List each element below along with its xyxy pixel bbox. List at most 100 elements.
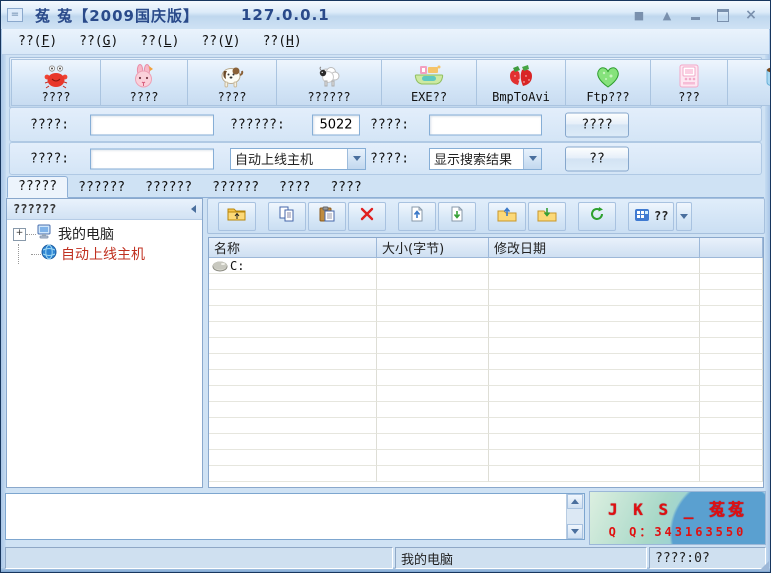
tree-connector: [26, 234, 36, 235]
copy-icon: [278, 206, 296, 226]
table-row: [209, 322, 763, 338]
connection-settings-row: ????: ??????: ????: ????: [9, 107, 762, 142]
minimize-button[interactable]: [686, 7, 704, 23]
menu-key: L: [164, 34, 172, 49]
cup-icon: [762, 63, 771, 90]
menu-item-l[interactable]: ??(L): [140, 34, 179, 49]
crab-icon: [43, 63, 69, 90]
table-row: [209, 434, 763, 450]
menu-item-file[interactable]: ??(F): [18, 34, 57, 49]
toolbar-button-7[interactable]: Ftp???: [565, 59, 651, 106]
globe-icon: [41, 244, 57, 264]
strawberry-icon: [507, 63, 535, 90]
host-mode-combobox[interactable]: 自动上线主机: [230, 148, 366, 170]
menu-label: ??(: [79, 34, 102, 49]
chevron-down-icon: [353, 156, 361, 161]
menu-item-view[interactable]: ??(V): [201, 34, 240, 49]
column-header-size[interactable]: 大小(字节): [377, 238, 489, 258]
folder-download-button[interactable]: [528, 202, 566, 231]
chevron-down-icon: [571, 529, 579, 534]
toolbar-button-4[interactable]: ??????: [276, 59, 382, 106]
bunny-icon: [131, 63, 157, 90]
status-panel-1: [5, 547, 393, 569]
tree-connector: [31, 254, 41, 255]
toolbar-button-2[interactable]: ????: [100, 59, 188, 106]
main-toolbar: ???? ???? ???? ?????? EXE??: [9, 57, 762, 108]
window-title: 菟 菟【2009国庆版】: [35, 5, 199, 26]
window-controls: ■ ▲ ×: [630, 7, 760, 23]
tab-2[interactable]: ??????: [68, 178, 135, 198]
folder-upload-icon: [497, 206, 517, 226]
combobox-dropdown-button[interactable]: [347, 149, 365, 169]
menu-item-g[interactable]: ??(G): [79, 34, 118, 49]
paste-icon: [318, 206, 336, 226]
menu-label: ??(: [263, 34, 286, 49]
tab-1[interactable]: ?????: [7, 176, 68, 198]
toolbar-button-5[interactable]: EXE??: [381, 59, 477, 106]
file-download-button[interactable]: [438, 202, 476, 231]
refresh-button[interactable]: [578, 202, 616, 231]
folder-upload-button[interactable]: [488, 202, 526, 231]
delete-button[interactable]: [348, 202, 386, 231]
table-row-c-drive[interactable]: C:: [209, 258, 763, 274]
param-input[interactable]: [429, 114, 542, 135]
toolbar-button-3[interactable]: ????: [187, 59, 277, 106]
collapse-panel-icon[interactable]: [191, 205, 196, 213]
scroll-up-button[interactable]: [567, 494, 583, 509]
port-label: ??????:: [230, 117, 285, 132]
resize-grip[interactable]: [759, 561, 769, 571]
system-menu-icon[interactable]: =: [7, 8, 23, 22]
views-dropdown-button[interactable]: [676, 202, 692, 231]
toolbar-button-1[interactable]: ????: [11, 59, 101, 106]
param-label: ????:: [370, 117, 409, 132]
toolbar-button-8[interactable]: ???: [650, 59, 728, 106]
table-row: [209, 354, 763, 370]
expand-icon[interactable]: +: [13, 228, 26, 241]
toolbar-button-label: ???: [678, 90, 700, 104]
file-name: C:: [230, 259, 244, 273]
toolbar-button-label: Ftp???: [586, 90, 629, 104]
toolbar-button-9[interactable]: ??: [727, 59, 771, 106]
menu-label: ): [172, 34, 180, 49]
search-button[interactable]: ??: [565, 146, 629, 171]
menu-label: ): [233, 34, 241, 49]
bathtub-icon: [414, 63, 444, 90]
table-row: [209, 274, 763, 290]
maximize-button[interactable]: [714, 7, 732, 23]
result-mode-combobox[interactable]: 显示搜索结果: [429, 148, 542, 170]
tab-4[interactable]: ??????: [202, 178, 269, 198]
port-input[interactable]: [312, 114, 360, 135]
menu-item-help[interactable]: ??(H): [263, 34, 302, 49]
skin-button[interactable]: ■: [630, 7, 648, 23]
combobox-dropdown-button[interactable]: [523, 149, 541, 169]
tree-item-auto-online-hosts[interactable]: 自动上线主机: [7, 244, 202, 264]
keyword-input[interactable]: [90, 148, 214, 169]
tab-3[interactable]: ??????: [135, 178, 202, 198]
toolbar-button-6[interactable]: BmpToAvi: [476, 59, 566, 106]
log-output[interactable]: [5, 493, 585, 540]
close-button[interactable]: ×: [742, 7, 760, 23]
tree-connector: [18, 244, 31, 264]
host-input[interactable]: [90, 114, 214, 135]
tree-item-my-computer[interactable]: + 我的电脑: [7, 224, 202, 244]
hosts-tree-panel: ?????? + 我的电脑 自动上线主机: [6, 198, 203, 488]
column-header-date[interactable]: 修改日期: [489, 238, 700, 258]
copy-button[interactable]: [268, 202, 306, 231]
tree-header-label: ??????: [13, 202, 56, 216]
tab-5[interactable]: ????: [269, 178, 320, 198]
status-panel-location: 我的电脑: [395, 547, 647, 569]
host-mode-value: 自动上线主机: [231, 149, 347, 168]
rollup-button[interactable]: ▲: [658, 7, 676, 23]
log-scrollbar[interactable]: [566, 494, 584, 539]
delete-icon: [359, 206, 375, 226]
file-upload-button[interactable]: [398, 202, 436, 231]
apply-button[interactable]: ????: [565, 112, 629, 137]
tab-6[interactable]: ????: [320, 178, 371, 198]
file-size: [377, 258, 489, 274]
paste-button[interactable]: [308, 202, 346, 231]
views-button[interactable]: ??: [628, 202, 674, 231]
scroll-down-button[interactable]: [567, 524, 583, 539]
folder-up-button[interactable]: [218, 202, 256, 231]
column-header-name[interactable]: 名称: [209, 238, 377, 258]
table-row: [209, 290, 763, 306]
